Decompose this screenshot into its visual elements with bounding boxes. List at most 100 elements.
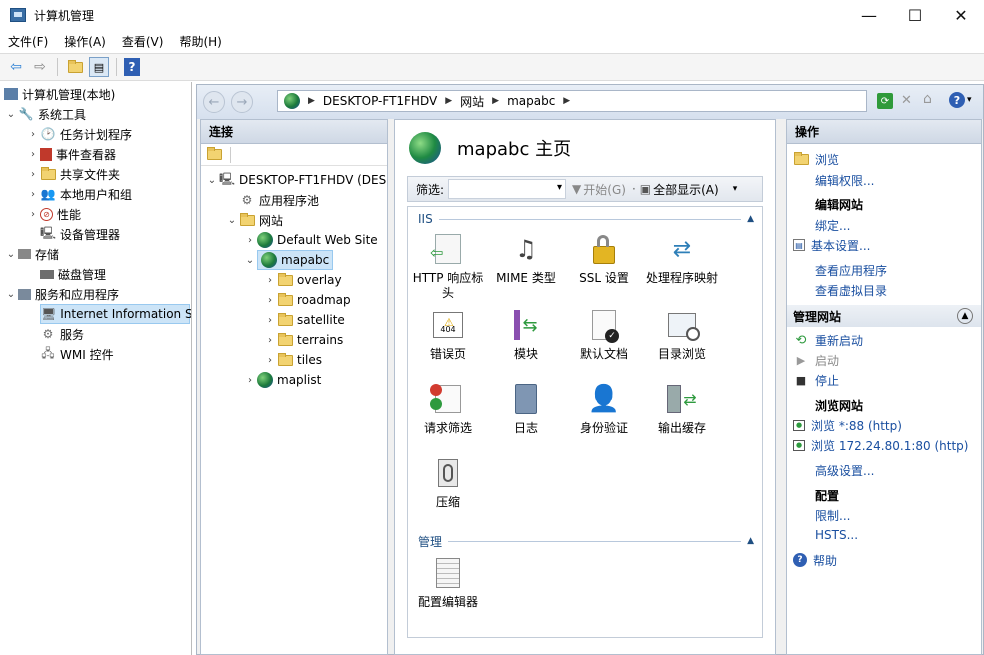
group-manage[interactable]: 管理 ▲ bbox=[418, 533, 754, 549]
action-edit-permissions[interactable]: 编辑权限... bbox=[815, 170, 874, 190]
feature-ssl[interactable]: SSL 设置 bbox=[566, 231, 642, 286]
tree-system-tools[interactable]: ⌄ 🔧 系统工具 bbox=[4, 104, 86, 124]
chevron-right-icon[interactable]: › bbox=[263, 295, 277, 306]
chevron-down-icon[interactable]: ⌄ bbox=[4, 249, 18, 260]
feature-http-headers[interactable]: ⇦ HTTP 响应标头 bbox=[410, 231, 486, 301]
chevron-right-icon[interactable]: › bbox=[263, 355, 277, 366]
feature-output-caching[interactable]: ⇄ 输出缓存 bbox=[644, 381, 720, 436]
action-start[interactable]: ▶ 启动 bbox=[793, 350, 839, 370]
chevron-right-icon[interactable]: › bbox=[26, 169, 40, 180]
tree-event-viewer[interactable]: › 事件查看器 bbox=[26, 144, 116, 164]
tree-local-users[interactable]: › 👥 本地用户和组 bbox=[26, 184, 132, 204]
conn-app-pools[interactable]: ⚙ 应用程序池 bbox=[225, 190, 319, 210]
feature-logging[interactable]: 日志 bbox=[488, 381, 564, 436]
tree-performance[interactable]: › ⊘ 性能 bbox=[26, 204, 81, 224]
action-basic-settings[interactable]: ▤ 基本设置... bbox=[793, 235, 870, 255]
conn-site-mapabc[interactable]: ⌄ mapabc bbox=[243, 250, 334, 270]
feature-config-editor[interactable]: 配置编辑器 bbox=[410, 555, 486, 610]
feature-modules[interactable]: ⇆ 模块 bbox=[488, 307, 564, 362]
stop-icon[interactable]: ✕ bbox=[901, 93, 912, 108]
close-button[interactable]: ✕ bbox=[938, 0, 984, 30]
minimize-button[interactable]: — bbox=[846, 0, 892, 30]
breadcrumb-host[interactable]: DESKTOP-FT1FHDV bbox=[323, 94, 437, 108]
collapse-icon[interactable]: ▲ bbox=[747, 536, 754, 546]
chevron-right-icon[interactable]: › bbox=[26, 149, 40, 160]
chevron-down-icon[interactable]: ▾ bbox=[733, 184, 738, 194]
conn-folder-roadmap[interactable]: › roadmap bbox=[263, 290, 351, 310]
forward-arrow-icon[interactable]: → bbox=[231, 91, 253, 113]
chevron-down-icon[interactable]: ▾ bbox=[967, 95, 972, 105]
conn-folder-satellite[interactable]: › satellite bbox=[263, 310, 345, 330]
tree-disk-management[interactable]: 磁盘管理 bbox=[40, 264, 106, 284]
help-icon[interactable]: ? bbox=[949, 92, 965, 108]
chevron-right-icon[interactable]: › bbox=[26, 209, 40, 220]
action-limits[interactable]: 限制... bbox=[815, 505, 850, 525]
filter-start-button[interactable]: 开始(G) bbox=[583, 181, 626, 198]
conn-folder-tiles[interactable]: › tiles bbox=[263, 350, 322, 370]
new-connection-icon[interactable] bbox=[207, 147, 222, 160]
up-folder-icon[interactable] bbox=[65, 57, 85, 77]
back-arrow-icon[interactable]: ⇦ bbox=[6, 57, 26, 77]
conn-folder-overlay[interactable]: › overlay bbox=[263, 270, 342, 290]
tree-wmi[interactable]: 🖧 WMI 控件 bbox=[40, 344, 113, 364]
conn-site-mapabc-label[interactable]: mapabc bbox=[257, 250, 334, 270]
breadcrumb-sites[interactable]: 网站 bbox=[460, 93, 484, 110]
chevron-right-icon[interactable]: › bbox=[243, 235, 257, 246]
tree-root[interactable]: 计算机管理(本地) bbox=[4, 84, 115, 104]
action-browse-88[interactable]: ● 浏览 *:88 (http) bbox=[793, 415, 902, 435]
menu-action[interactable]: 操作(A) bbox=[56, 33, 114, 50]
chevron-down-icon[interactable]: ⌄ bbox=[243, 255, 257, 266]
back-arrow-icon[interactable]: ← bbox=[203, 91, 225, 113]
chevron-right-icon[interactable]: › bbox=[263, 335, 277, 346]
show-hide-tree-icon[interactable]: ▤ bbox=[89, 57, 109, 77]
tree-services-apps[interactable]: ⌄ 服务和应用程序 bbox=[4, 284, 119, 304]
chevron-right-icon[interactable]: › bbox=[243, 375, 257, 386]
collapse-icon[interactable]: ▲ bbox=[747, 214, 754, 224]
chevron-right-icon[interactable]: › bbox=[263, 315, 277, 326]
chevron-down-icon[interactable]: ⌄ bbox=[225, 215, 239, 226]
action-stop[interactable]: ■ 停止 bbox=[793, 370, 839, 390]
tree-device-manager[interactable]: 🖳 设备管理器 bbox=[40, 224, 120, 244]
action-help[interactable]: ? 帮助 bbox=[793, 550, 837, 570]
menu-help[interactable]: 帮助(H) bbox=[171, 33, 229, 50]
feature-authentication[interactable]: 👤 身份验证 bbox=[566, 381, 642, 436]
action-view-virtual-dirs[interactable]: 查看虚拟目录 bbox=[815, 280, 887, 300]
action-explore[interactable]: 浏览 bbox=[793, 149, 839, 169]
home-icon[interactable]: ⌂ bbox=[923, 91, 932, 107]
help-icon[interactable]: ? bbox=[124, 58, 140, 76]
section-manage-site[interactable]: 管理网站 ▲ bbox=[787, 305, 981, 327]
chevron-right-icon[interactable]: › bbox=[26, 129, 40, 140]
action-bindings[interactable]: 绑定... bbox=[815, 215, 850, 235]
maximize-button[interactable]: ☐ bbox=[892, 0, 938, 30]
conn-default-site[interactable]: › Default Web Site bbox=[243, 230, 378, 250]
filter-input[interactable] bbox=[448, 179, 567, 199]
tree-storage[interactable]: ⌄ 存储 bbox=[4, 244, 59, 264]
chevron-right-icon[interactable]: › bbox=[26, 189, 40, 200]
action-hsts[interactable]: HSTS... bbox=[815, 525, 858, 545]
chevron-down-icon[interactable]: ⌄ bbox=[205, 175, 219, 186]
tree-task-scheduler[interactable]: › 🕑 任务计划程序 bbox=[26, 124, 132, 144]
action-advanced-settings[interactable]: 高级设置... bbox=[815, 460, 874, 480]
conn-sites[interactable]: ⌄ 网站 bbox=[225, 210, 283, 230]
menu-view[interactable]: 查看(V) bbox=[114, 33, 172, 50]
breadcrumb-site[interactable]: mapabc bbox=[507, 94, 555, 108]
tree-shared-folders[interactable]: › 共享文件夹 bbox=[26, 164, 120, 184]
action-browse-ip[interactable]: ● 浏览 172.24.80.1:80 (http) bbox=[793, 435, 968, 455]
address-path[interactable]: ▶ DESKTOP-FT1FHDV ▶ 网站 ▶ mapabc ▶ bbox=[277, 90, 867, 112]
feature-mime-types[interactable]: ♫ MIME 类型 bbox=[488, 231, 564, 286]
conn-server[interactable]: ⌄ 🖳 DESKTOP-FT1FHDV (DESK bbox=[205, 170, 387, 190]
action-restart[interactable]: ⟲ 重新启动 bbox=[793, 330, 863, 350]
chevron-right-icon[interactable]: › bbox=[263, 275, 277, 286]
collapse-icon[interactable]: ▲ bbox=[957, 308, 973, 324]
menu-file[interactable]: 文件(F) bbox=[0, 33, 56, 50]
tree-iis[interactable]: 🖥 Internet Information S bbox=[40, 304, 191, 324]
refresh-icon[interactable]: ⟳ bbox=[877, 93, 893, 109]
chevron-down-icon[interactable]: ⌄ bbox=[4, 109, 18, 120]
chevron-down-icon[interactable]: ⌄ bbox=[4, 289, 18, 300]
feature-handler-mappings[interactable]: ⇄ 处理程序映射 bbox=[644, 231, 720, 286]
forward-arrow-icon[interactable]: ⇨ bbox=[30, 57, 50, 77]
group-iis[interactable]: IIS ▲ bbox=[418, 211, 754, 227]
show-all-button[interactable]: 全部显示(A) bbox=[653, 181, 719, 198]
feature-default-document[interactable]: ✓ 默认文档 bbox=[566, 307, 642, 362]
conn-maplist[interactable]: › maplist bbox=[243, 370, 321, 390]
